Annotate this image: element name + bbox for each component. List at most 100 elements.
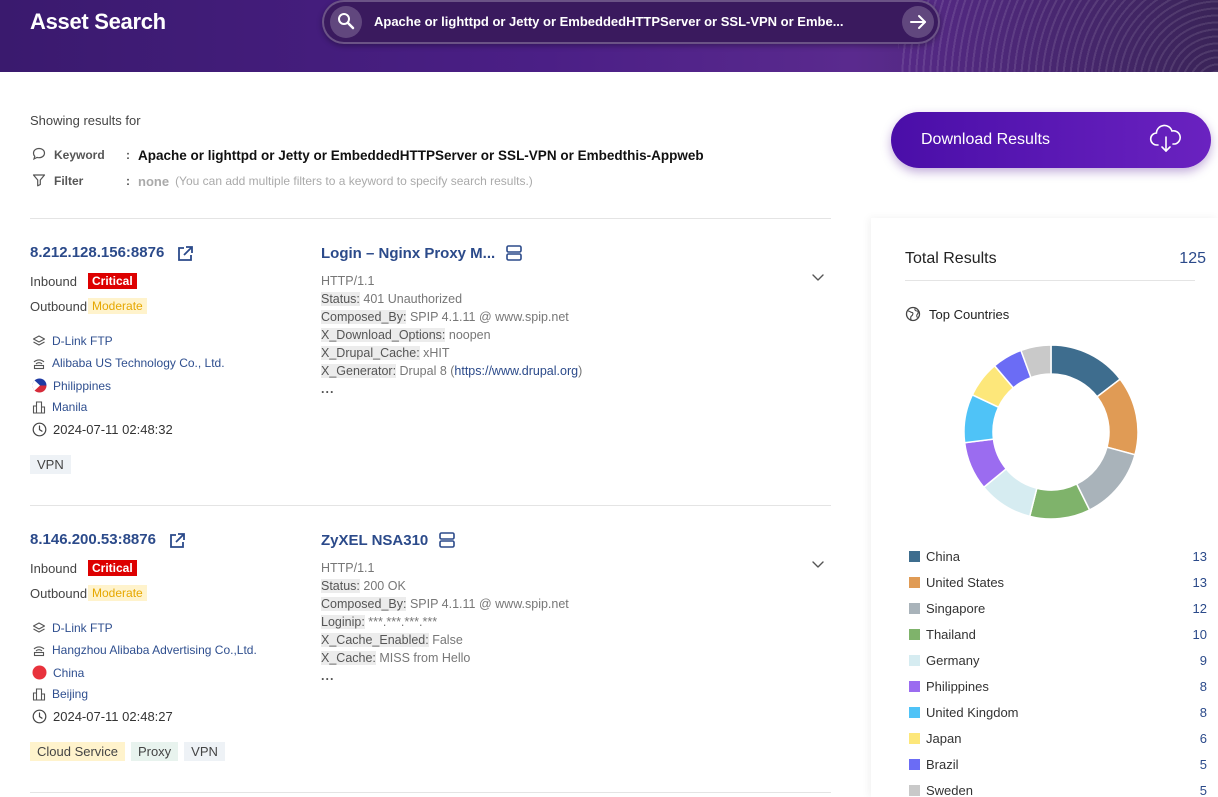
outbound-label: Outbound [30, 298, 88, 314]
legend-item[interactable]: Sweden 5 [909, 777, 1207, 797]
chevron-down-icon[interactable] [811, 270, 825, 289]
country-link[interactable]: Philippines [53, 379, 111, 393]
header-key: Status: [321, 579, 360, 593]
org-row: Alibaba US Technology Co., Ltd. [32, 356, 225, 370]
header-suffix: ) [578, 364, 583, 378]
comment-icon [32, 147, 46, 164]
country-row: China [32, 665, 84, 680]
city-link[interactable]: Beijing [52, 687, 88, 701]
header-key: X_Generator: [321, 364, 397, 378]
protocol: HTTP/1.1 [321, 561, 375, 575]
stats-panel: Total Results 125 Top Countries China 13 U… [871, 218, 1218, 797]
legend-country-count: 10 [1192, 626, 1207, 642]
external-link-icon[interactable] [176, 245, 194, 268]
header-line: X_Cache_Enabled: False [321, 631, 569, 649]
product-link[interactable]: D-Link FTP [52, 621, 113, 635]
clock-icon [32, 422, 47, 437]
tag-vpn[interactable]: VPN [30, 455, 71, 474]
org-link[interactable]: Hangzhou Alibaba Advertising Co.,Ltd. [52, 643, 257, 657]
header-value: 200 OK [359, 579, 406, 593]
service-title[interactable]: Login – Nginx Proxy M... [321, 244, 523, 262]
filter-row: Filter : none (You can add multiple filt… [32, 172, 533, 190]
legend-item[interactable]: Japan 6 [909, 725, 1207, 751]
city-row: Beijing [32, 687, 88, 701]
legend-country-name: China [926, 548, 960, 564]
divider [905, 280, 1195, 281]
service-title-text[interactable]: ZyXEL NSA310 [321, 532, 428, 549]
filter-icon [32, 173, 46, 190]
product-link[interactable]: D-Link FTP [52, 334, 113, 348]
legend-swatch [909, 784, 920, 796]
result-ip-link[interactable]: 8.212.128.156:8876 [30, 244, 164, 261]
outbound-label: Outbound [30, 585, 88, 601]
city-link[interactable]: Manila [52, 400, 87, 414]
page-title: Asset Search [30, 9, 166, 34]
download-results-button[interactable]: Download Results [891, 112, 1211, 168]
search-icon[interactable] [330, 6, 362, 38]
header-line: X_Drupal_Cache: xHIT [321, 344, 582, 362]
header-value: False [428, 633, 463, 647]
filter-colon: : [126, 174, 130, 188]
legend-swatch [909, 654, 920, 666]
legend-swatch [909, 628, 920, 640]
tag-vpn[interactable]: VPN [184, 742, 225, 761]
service-title[interactable]: ZyXEL NSA310 [321, 531, 456, 549]
keyword-value: Apache or lighttpd or Jetty or EmbeddedH… [138, 147, 704, 163]
divider [30, 792, 831, 793]
header-decoration [898, 0, 1218, 72]
header-line: Loginip: ***.***.***.*** [321, 613, 569, 631]
legend-item[interactable]: Singapore 12 [909, 595, 1207, 621]
legend-item[interactable]: United Kingdom 8 [909, 699, 1207, 725]
more-ellipsis[interactable]: ... [321, 667, 569, 685]
header-value: MISS from Hello [375, 651, 471, 665]
legend-swatch [909, 732, 920, 744]
inbound-label: Inbound [30, 273, 77, 289]
search-submit-arrow-icon[interactable] [902, 6, 934, 38]
city-buildings-icon [32, 688, 46, 701]
country-link[interactable]: China [53, 666, 84, 680]
inbound-risk: Inbound Critical [30, 273, 137, 289]
header-line: Status: 200 OK [321, 577, 569, 595]
legend-swatch [909, 706, 920, 718]
legend-item[interactable]: Thailand 10 [909, 621, 1207, 647]
server-icon[interactable] [505, 244, 523, 262]
filter-value: none [138, 173, 170, 189]
cloud-download-icon [1149, 124, 1183, 159]
product-row: D-Link FTP [32, 621, 113, 635]
legend-item[interactable]: United States 13 [909, 569, 1207, 595]
total-results-label: Total Results [905, 250, 997, 267]
legend-item[interactable]: China 13 [909, 543, 1207, 569]
header-value: SPIP 4.1.11 @ www.spip.net [406, 597, 569, 611]
more-ellipsis[interactable]: ... [321, 380, 582, 398]
drupal-link[interactable]: https://www.drupal.org [454, 364, 578, 378]
top-countries-header: Top Countries [905, 306, 1009, 322]
moderate-badge: Moderate [88, 298, 147, 314]
search-input[interactable]: Apache or lighttpd or Jetty or EmbeddedH… [374, 14, 894, 29]
legend-item[interactable]: Brazil 5 [909, 751, 1207, 777]
header-line: X_Download_Options: noopen [321, 326, 582, 344]
wifi-router-icon [33, 646, 45, 657]
result-ip-link[interactable]: 8.146.200.53:8876 [30, 531, 156, 548]
external-link-icon[interactable] [168, 532, 186, 555]
layers-icon [32, 622, 46, 633]
chevron-down-icon[interactable] [811, 557, 825, 576]
outbound-risk: Outbound Moderate [30, 298, 147, 314]
clock-icon [32, 709, 47, 724]
filter-hint: (You can add multiple filters to a keywo… [175, 174, 533, 188]
header-key: Loginip: [321, 615, 365, 629]
legend-country-count: 6 [1199, 730, 1207, 746]
legend-item[interactable]: Philippines 8 [909, 673, 1207, 699]
search-bar[interactable]: Apache or lighttpd or Jetty or EmbeddedH… [322, 0, 940, 44]
legend-country-name: United Kingdom [926, 704, 1019, 720]
inbound-label: Inbound [30, 560, 77, 576]
tag-cloud-service[interactable]: Cloud Service [30, 742, 125, 761]
legend-country-count: 5 [1199, 756, 1207, 772]
service-title-text[interactable]: Login – Nginx Proxy M... [321, 245, 495, 262]
org-link[interactable]: Alibaba US Technology Co., Ltd. [52, 356, 225, 370]
banner-text: HTTP/1.1 Status: 401 Unauthorized Compos… [321, 272, 582, 398]
legend-item[interactable]: Germany 9 [909, 647, 1207, 673]
org-row: Hangzhou Alibaba Advertising Co.,Ltd. [32, 643, 257, 657]
tag-proxy[interactable]: Proxy [130, 742, 179, 761]
server-icon[interactable] [438, 531, 456, 549]
globe-icon [905, 306, 921, 322]
